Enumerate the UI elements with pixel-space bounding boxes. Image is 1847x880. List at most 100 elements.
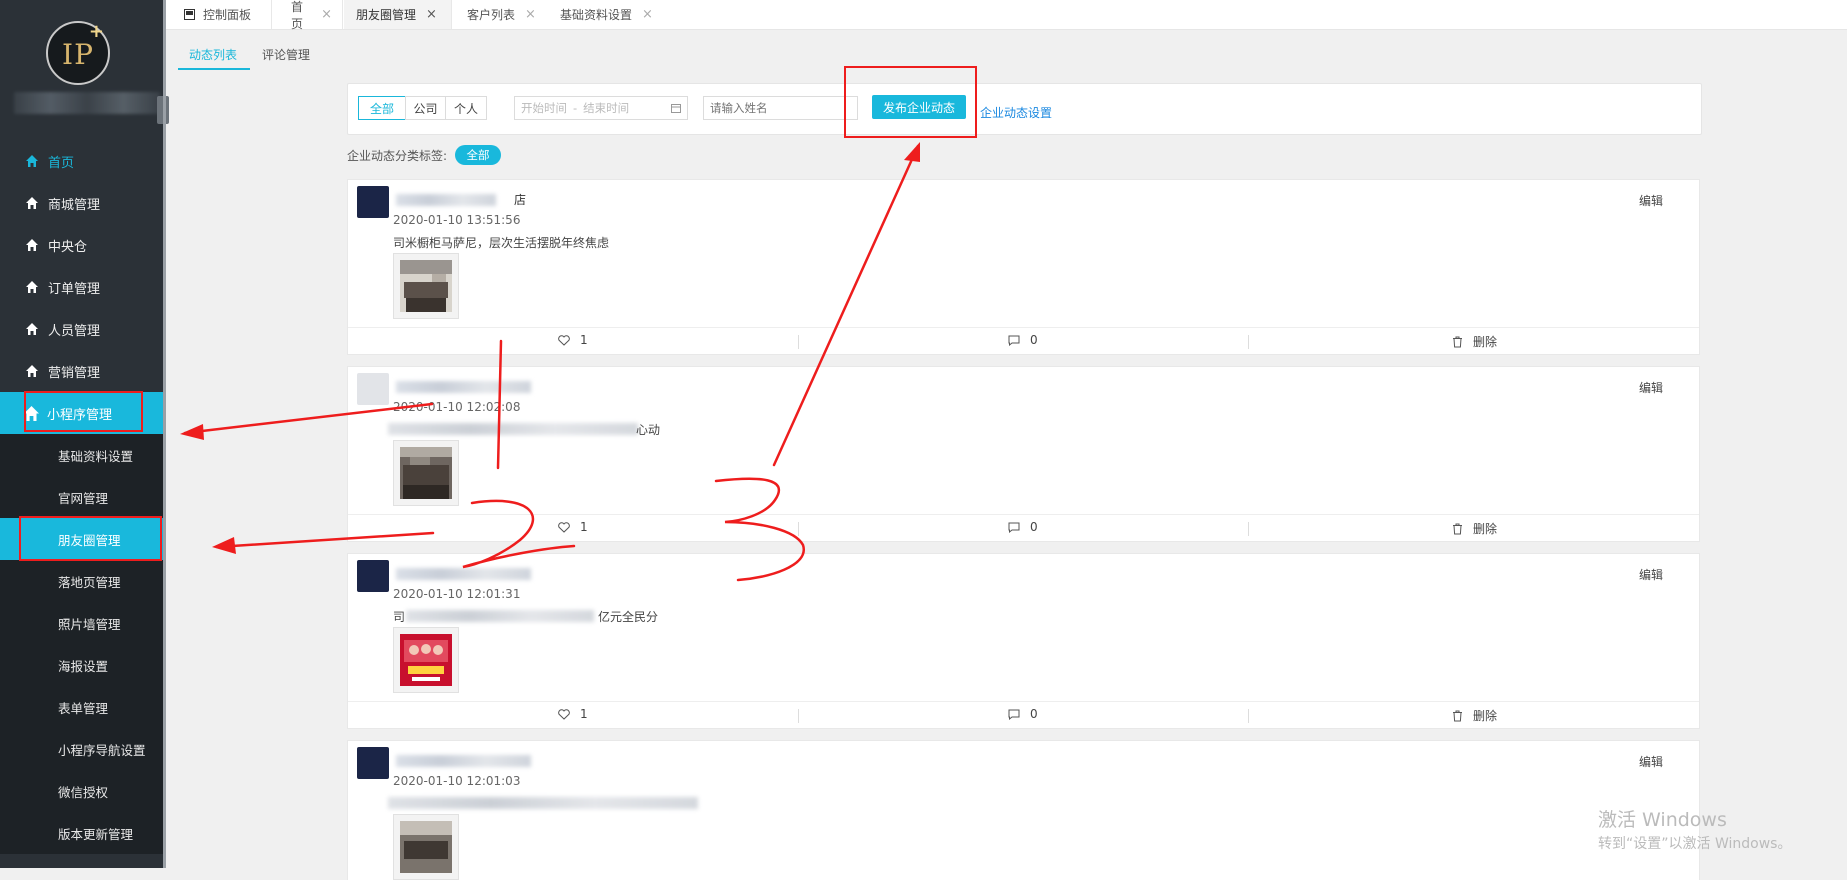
- post-card: 2020-01-10 12:02:08 心动 编辑 1 0 删除: [347, 366, 1700, 542]
- tab-label: 朋友圈管理: [356, 8, 417, 22]
- sidebar-subitem-poster[interactable]: 海报设置: [0, 644, 163, 686]
- enterprise-post-settings-link[interactable]: 企业动态设置: [980, 104, 1052, 121]
- divider: [1248, 335, 1249, 349]
- tab-customers[interactable]: 客户列表 ×: [453, 0, 546, 29]
- home-icon: [26, 365, 38, 377]
- subitem-label: 照片墙管理: [58, 616, 121, 632]
- content-blurred: [388, 423, 638, 435]
- delete-button[interactable]: 删除: [1452, 333, 1497, 350]
- like-button[interactable]: 1: [558, 333, 588, 347]
- edit-button[interactable]: 编辑: [1639, 753, 1663, 770]
- arrowhead-1: [180, 424, 204, 440]
- name-search-input[interactable]: [703, 96, 858, 120]
- post-thumbnail[interactable]: [393, 253, 459, 319]
- subitem-label: 小程序导航设置: [58, 742, 146, 758]
- calendar-icon: [671, 104, 681, 113]
- logo-plus: +: [88, 21, 104, 42]
- sidebar-item-label: 订单管理: [48, 281, 101, 297]
- post-card: 店 2020-01-10 13:51:56 司米橱柜马萨尼，层次生活摆脱年终焦虑…: [347, 179, 1700, 355]
- post-actions: 1 0 删除: [348, 327, 1699, 354]
- comment-button[interactable]: 0: [1008, 707, 1038, 721]
- sidebar-subitem-basic-settings[interactable]: 基础资料设置: [0, 434, 163, 476]
- delete-label: 删除: [1473, 335, 1498, 349]
- edit-button[interactable]: 编辑: [1639, 379, 1663, 396]
- sidebar-item-marketing[interactable]: 营销管理: [0, 350, 163, 392]
- kitchen-image: [400, 260, 452, 312]
- date-end-placeholder: 结束时间: [583, 101, 630, 115]
- comment-button[interactable]: 0: [1008, 520, 1038, 534]
- edit-button[interactable]: 编辑: [1639, 192, 1663, 209]
- comment-button[interactable]: 0: [1008, 333, 1038, 347]
- subitem-label: 基础资料设置: [58, 448, 134, 464]
- like-button[interactable]: 1: [558, 707, 588, 721]
- comment-count: 0: [1030, 520, 1038, 534]
- tab-home[interactable]: 首页 ×: [273, 0, 343, 31]
- sidebar-item-label: 商城管理: [48, 197, 101, 213]
- windows-activation-title: 激活 Windows: [1598, 809, 1727, 831]
- delete-button[interactable]: 删除: [1452, 707, 1497, 724]
- home-icon: [26, 155, 38, 167]
- sidebar-subitem-landing[interactable]: 落地页管理: [0, 560, 163, 602]
- home-icon: [26, 281, 38, 293]
- sidebar-subitem-wechat-auth[interactable]: 微信授权: [0, 770, 163, 812]
- post-thumbnail[interactable]: [393, 627, 459, 693]
- home-icon: [26, 239, 38, 251]
- delete-label: 删除: [1473, 522, 1498, 536]
- delete-label: 删除: [1473, 709, 1498, 723]
- brand-logo[interactable]: IP +: [46, 21, 110, 85]
- home-icon: [26, 197, 38, 209]
- close-icon[interactable]: ×: [525, 7, 536, 22]
- post-date: 2020-01-10 13:51:56: [393, 213, 521, 227]
- close-icon[interactable]: ×: [321, 7, 332, 22]
- sidebar-item-label: 营销管理: [48, 365, 101, 381]
- comment-count: 0: [1030, 333, 1038, 347]
- sidebar-item-mall[interactable]: 商城管理: [0, 182, 163, 224]
- tab-moments[interactable]: 朋友圈管理 ×: [344, 0, 452, 29]
- sidebar-item-orders[interactable]: 订单管理: [0, 266, 163, 308]
- like-button[interactable]: 1: [558, 520, 588, 534]
- sidebar-item-warehouse[interactable]: 中央仓: [0, 224, 163, 266]
- kitchen-image: [400, 447, 452, 499]
- tab-label: 首页: [291, 0, 304, 31]
- tab-label: 客户列表: [467, 8, 516, 22]
- sidebar-item-home[interactable]: 首页: [0, 140, 163, 182]
- date-range-picker[interactable]: 开始时间 - 结束时间: [514, 96, 688, 120]
- segment-company[interactable]: 公司: [405, 96, 446, 120]
- close-icon[interactable]: ×: [426, 7, 437, 22]
- like-count: 1: [580, 707, 588, 721]
- post-thumbnail[interactable]: [393, 814, 459, 880]
- subtab-comments[interactable]: 评论管理: [262, 46, 310, 63]
- name-blurred: [396, 194, 496, 206]
- sidebar-subitem-website[interactable]: 官网管理: [0, 476, 163, 518]
- sidebar-subitem-nav-settings[interactable]: 小程序导航设置: [0, 728, 163, 770]
- tab-dashboard[interactable]: 控制面板: [166, 0, 272, 29]
- edit-button[interactable]: 编辑: [1639, 566, 1663, 583]
- subitem-label: 官网管理: [58, 490, 109, 506]
- top-tab-bar: 控制面板 首页 × 朋友圈管理 × 客户列表 × 基础资料设置 ×: [166, 0, 1847, 31]
- content-blurred: [406, 610, 594, 622]
- sidebar-subitem-forms[interactable]: 表单管理: [0, 686, 163, 728]
- subtab-feed-list[interactable]: 动态列表: [189, 46, 237, 63]
- sidebar-scrollbar[interactable]: [163, 0, 166, 868]
- annotation-box-publish: [844, 66, 977, 138]
- tab-basic-settings[interactable]: 基础资料设置 ×: [546, 0, 666, 29]
- post-card: 2020-01-10 12:01:03 编辑: [347, 740, 1700, 880]
- like-count: 1: [580, 520, 588, 534]
- segment-personal[interactable]: 个人: [445, 96, 487, 120]
- arrowhead-2: [212, 537, 236, 554]
- divider: [798, 522, 799, 536]
- post-thumbnail[interactable]: [393, 440, 459, 506]
- post-card: 2020-01-10 12:01:31 司 亿元全民分 编辑 1 0 删除: [347, 553, 1700, 729]
- tag-all-chip[interactable]: 全部: [455, 145, 501, 165]
- segment-all[interactable]: 全部: [358, 96, 406, 120]
- divider: [798, 709, 799, 723]
- post-actions: 1 0 删除: [348, 701, 1699, 728]
- delete-button[interactable]: 删除: [1452, 520, 1497, 537]
- close-icon[interactable]: ×: [642, 7, 653, 22]
- sidebar-item-staff[interactable]: 人员管理: [0, 308, 163, 350]
- post-date: 2020-01-10 12:02:08: [393, 400, 521, 414]
- avatar: [357, 373, 389, 405]
- sidebar-subitem-photowall[interactable]: 照片墙管理: [0, 602, 163, 644]
- sidebar-subitem-version[interactable]: 版本更新管理: [0, 812, 163, 854]
- tab-label: 控制面板: [203, 8, 252, 22]
